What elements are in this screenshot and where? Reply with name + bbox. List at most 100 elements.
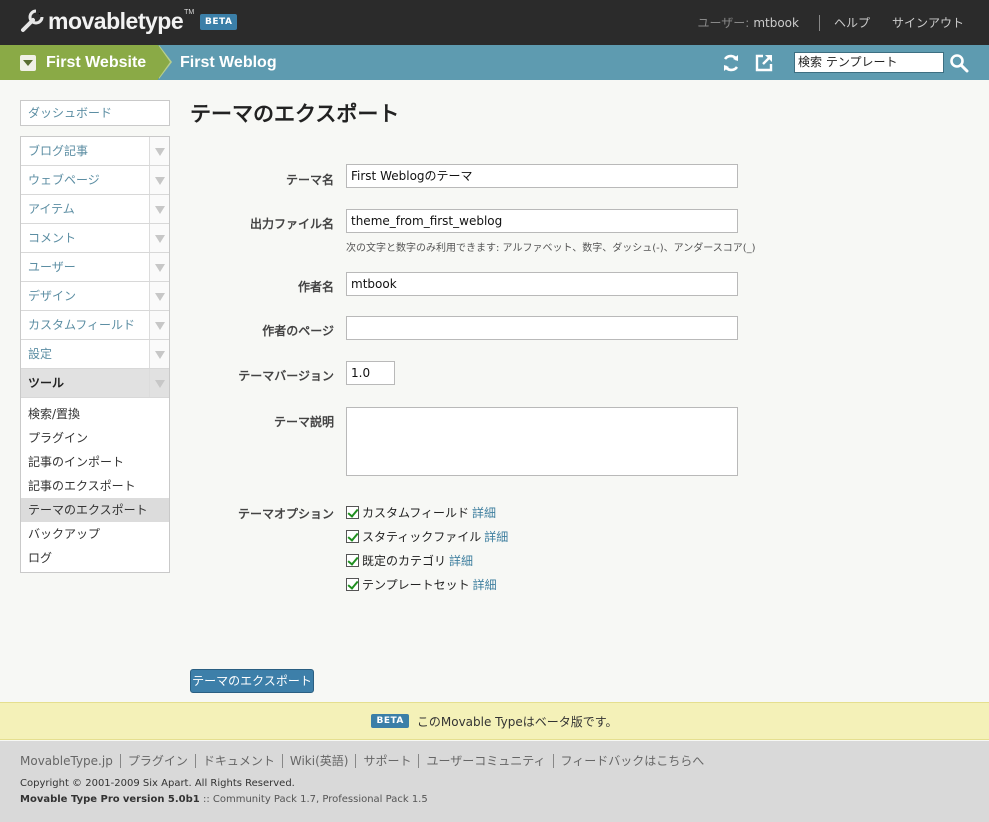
theme-name-input[interactable]: First Weblogのテーマ [346, 164, 738, 188]
breadcrumb-arrow [158, 45, 170, 79]
expand-arrow-icon[interactable] [149, 369, 169, 397]
version-input[interactable]: 1.0 [346, 361, 395, 385]
rebuild-icon[interactable] [721, 53, 741, 73]
user-name-link[interactable]: mtbook [753, 16, 799, 30]
sidebar-item-label: ブログ記事 [28, 144, 89, 158]
detail-link[interactable]: 詳細 [473, 576, 497, 593]
checkbox-checked-icon[interactable] [346, 577, 359, 591]
sidebar-item-label: 設定 [28, 347, 53, 361]
checkbox-checked-icon[interactable] [346, 553, 359, 567]
footer-link-movabletype[interactable]: MovableType.jp [20, 754, 113, 768]
option-label: テンプレートセット [362, 577, 470, 592]
sidebar-item-design[interactable]: デザイン [21, 282, 169, 311]
detail-link[interactable]: 詳細 [449, 552, 473, 569]
submenu-import[interactable]: 記事のインポート [21, 450, 169, 474]
website-name[interactable]: First Website [46, 54, 146, 72]
copyright: Copyright © 2001-2009 Six Apart. All Rig… [20, 778, 295, 789]
help-link[interactable]: ヘルプ [834, 14, 870, 31]
beta-badge: BETA [371, 714, 409, 728]
footer-link-community[interactable]: ユーザーコミュニティ [426, 752, 545, 769]
footer-link-wiki[interactable]: Wiki(英語) [290, 752, 349, 769]
expand-arrow-icon[interactable] [149, 311, 169, 339]
footer-link-feedback[interactable]: フィードバックはこちらへ [561, 752, 705, 769]
footer-link-plugins[interactable]: プラグイン [128, 752, 188, 769]
export-theme-button[interactable]: テーマのエクスポート [190, 669, 314, 693]
sidebar-item-custom-fields[interactable]: カスタムフィールド [21, 311, 169, 340]
sidebar-item-entries[interactable]: ブログ記事 [21, 137, 169, 166]
nav-divider [818, 14, 820, 31]
logo-trademark: TM [184, 9, 195, 16]
footer-divider [281, 753, 283, 768]
page-title: テーマのエクスポート [190, 102, 400, 126]
expand-arrow-icon[interactable] [149, 282, 169, 310]
search-icon[interactable] [949, 53, 969, 73]
footer-divider [355, 753, 357, 768]
expand-arrow-icon[interactable] [149, 166, 169, 194]
expand-arrow-icon[interactable] [149, 137, 169, 165]
checkbox-checked-icon[interactable] [346, 529, 359, 543]
author-label: 作者名 [297, 280, 334, 294]
wrench-logo-icon [21, 9, 44, 32]
description-textarea[interactable] [346, 407, 738, 476]
output-file-input[interactable]: theme_from_first_weblog [346, 209, 738, 233]
checkbox-checked-icon[interactable] [346, 505, 359, 519]
pack-info: :: Community Pack 1.7, Professional Pack… [202, 794, 428, 805]
search-input[interactable]: 検索 テンプレート [794, 52, 944, 73]
detail-link[interactable]: 詳細 [484, 528, 508, 545]
beta-badge: BETA [200, 14, 238, 30]
sidebar-item-assets[interactable]: アイテム [21, 195, 169, 224]
top-bar: movabletype TM BETA ユーザー: mtbook ヘルプ サイン… [0, 0, 989, 45]
expand-arrow-icon[interactable] [149, 340, 169, 368]
sidebar-item-label: ユーザー [28, 260, 76, 274]
beta-notice-text: このMovable Typeはベータ版です。 [416, 714, 618, 729]
signout-link[interactable]: サインアウト [892, 14, 964, 31]
theme-name-label: テーマ名 [285, 173, 334, 187]
option-label: 既定のカテゴリ [362, 553, 447, 568]
version-info: Movable Type Pro version 5.0b1 :: Commun… [20, 794, 428, 805]
sidebar-item-label: デザイン [28, 289, 77, 303]
product-name: Movable Type Pro [20, 794, 120, 805]
option-static-files[interactable]: スタティックファイル 詳細 [346, 528, 508, 544]
submenu-log[interactable]: ログ [21, 546, 169, 570]
sidebar-item-pages[interactable]: ウェブページ [21, 166, 169, 195]
blog-name[interactable]: First Weblog [180, 45, 277, 80]
option-label: スタティックファイル [362, 529, 482, 544]
footer-divider [119, 753, 121, 768]
author-input[interactable]: mtbook [346, 272, 738, 296]
sidebar-item-comments[interactable]: コメント [21, 224, 169, 253]
submenu-export-theme[interactable]: テーマのエクスポート [21, 498, 169, 522]
expand-arrow-icon[interactable] [149, 224, 169, 252]
option-default-categories[interactable]: 既定のカテゴリ 詳細 [346, 552, 473, 568]
description-label: テーマ説明 [273, 415, 334, 429]
sidebar-item-tools[interactable]: ツール [21, 369, 169, 398]
sidebar-item-label: カスタムフィールド [28, 318, 136, 332]
sidebar-item-settings[interactable]: 設定 [21, 340, 169, 369]
footer-divider [194, 753, 196, 768]
author-page-label: 作者のページ [262, 324, 334, 338]
option-label: カスタムフィールド [362, 505, 470, 520]
version-number: version 5.0b1 [122, 794, 200, 805]
detail-link[interactable]: 詳細 [472, 504, 496, 521]
option-custom-fields[interactable]: カスタムフィールド 詳細 [346, 504, 496, 520]
sidebar-item-label: ウェブページ [28, 173, 100, 187]
expand-arrow-icon[interactable] [149, 253, 169, 281]
website-switcher[interactable]: First Website [0, 45, 172, 80]
submenu-export-entries[interactable]: 記事のエクスポート [21, 474, 169, 498]
author-page-input[interactable] [346, 316, 738, 340]
footer-link-documents[interactable]: ドキュメント [203, 752, 275, 769]
footer-link-support[interactable]: サポート [363, 752, 411, 769]
option-template-set[interactable]: テンプレートセット 詳細 [346, 576, 497, 592]
beta-notice: BETA このMovable Typeはベータ版です。 [0, 702, 989, 740]
footer: MovableType.jp プラグイン ドキュメント Wiki(英語) サポー… [0, 741, 989, 822]
sidebar-dashboard[interactable]: ダッシュボード [20, 100, 170, 126]
view-site-icon[interactable] [754, 53, 774, 73]
submenu-plugins[interactable]: プラグイン [21, 426, 169, 450]
tools-submenu: 検索/置換 プラグイン 記事のインポート 記事のエクスポート テーマのエクスポー… [21, 398, 169, 572]
submenu-backup[interactable]: バックアップ [21, 522, 169, 546]
movabletype-logo[interactable]: movabletype TM [20, 6, 194, 36]
dropdown-icon[interactable] [20, 54, 36, 71]
expand-arrow-icon[interactable] [149, 195, 169, 223]
logo-text: movabletype [48, 7, 184, 34]
sidebar-item-users[interactable]: ユーザー [21, 253, 169, 282]
submenu-search-replace[interactable]: 検索/置換 [21, 402, 169, 426]
